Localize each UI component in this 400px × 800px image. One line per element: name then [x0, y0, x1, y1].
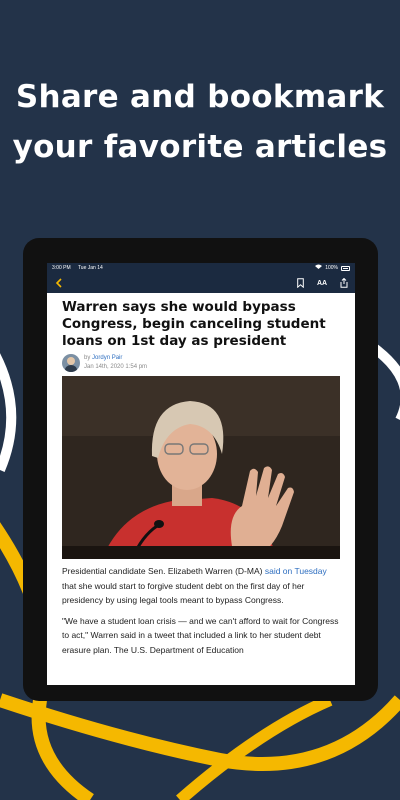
share-icon[interactable] — [338, 277, 350, 289]
byline: by Jordyn Pair Jan 14th, 2020 1:54 pm — [62, 354, 341, 372]
author-avatar[interactable] — [62, 354, 80, 372]
status-date: Tue Jan 14 — [77, 265, 103, 271]
paragraph-1-text-b: that she would start to forgive student … — [62, 580, 305, 606]
article-content: Warren says she would bypass Congress, b… — [47, 293, 355, 657]
tablet-screen: 3:00 PM Tue Jan 14 100% AA Warren says s… — [47, 263, 355, 685]
byline-prefix: by — [84, 355, 91, 361]
author-link[interactable]: Jordyn Pair — [92, 355, 122, 361]
article-photo-art — [62, 376, 340, 559]
source-link[interactable]: said on Tuesday — [265, 566, 327, 576]
promo-line-2: your favorite articles — [12, 129, 388, 165]
promo-heading: Share and bookmark your favorite article… — [0, 72, 400, 172]
bookmark-icon[interactable] — [294, 277, 306, 289]
status-time: 3:00 PM — [52, 265, 71, 271]
paragraph-1-text-a: Presidential candidate Sen. Elizabeth Wa… — [62, 566, 265, 576]
article-date: Jan 14th, 2020 1:54 pm — [84, 364, 148, 370]
promo-line-1: Share and bookmark — [15, 79, 385, 115]
wifi-icon — [315, 263, 323, 273]
font-size-button[interactable]: AA — [316, 277, 328, 289]
chevron-left-icon[interactable] — [52, 277, 64, 289]
article-photo — [62, 376, 340, 559]
article-toolbar: AA — [47, 273, 355, 293]
article-body: Presidential candidate Sen. Elizabeth Wa… — [62, 564, 341, 657]
paragraph-1: Presidential candidate Sen. Elizabeth Wa… — [62, 564, 341, 608]
status-bar: 3:00 PM Tue Jan 14 100% — [47, 263, 355, 273]
battery-icon — [341, 265, 350, 271]
article-headline: Warren says she would bypass Congress, b… — [62, 299, 326, 349]
paragraph-2: "We have a student loan crisis — and we … — [62, 615, 339, 655]
battery-percent: 100% — [325, 265, 338, 271]
